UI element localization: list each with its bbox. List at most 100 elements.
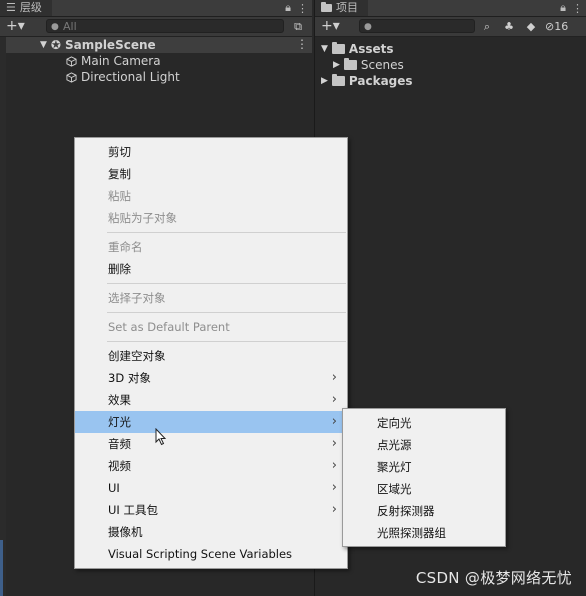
hierarchy-item-directional-light[interactable]: Directional Light xyxy=(66,69,180,85)
project-item-assets[interactable]: ▼ Assets xyxy=(321,41,394,57)
menu-item-label: 3D 对象 xyxy=(108,371,151,385)
selection-indicator xyxy=(0,540,3,596)
submenu-item-label: 聚光灯 xyxy=(377,460,412,474)
menu-item-video[interactable]: 视频 › xyxy=(75,455,347,477)
folder-icon xyxy=(343,58,357,70)
project-tab-label: 项目 xyxy=(336,1,358,14)
filter-by-type-icon[interactable]: ♣ xyxy=(501,19,517,34)
menu-item-label: Set as Default Parent xyxy=(108,320,230,334)
menu-separator xyxy=(107,232,346,233)
add-button[interactable]: +▾ xyxy=(6,18,25,35)
project-item-packages[interactable]: ▶ Packages xyxy=(321,73,413,89)
collapse-arrow-icon: ▶ xyxy=(321,76,328,86)
submenu-item-reflection-probe[interactable]: 反射探测器 xyxy=(343,500,505,522)
chevron-right-icon: › xyxy=(331,414,337,429)
folder-icon xyxy=(321,2,332,12)
folder-icon xyxy=(331,42,345,54)
menu-item-3d-object[interactable]: 3D 对象 › xyxy=(75,367,347,389)
hidden-packages-toggle[interactable]: ⊘16 xyxy=(545,19,575,34)
lock-icon[interactable]: 🔒︎ xyxy=(285,1,291,15)
menu-item-effects[interactable]: 效果 › xyxy=(75,389,347,411)
menu-item-ui-toolkit[interactable]: UI 工具包 › xyxy=(75,499,347,521)
menu-separator xyxy=(107,341,346,342)
eye-slash-icon: ⊘ xyxy=(545,20,555,33)
unity-scene-icon: ✪ xyxy=(50,38,61,52)
submenu-item-point-light[interactable]: 点光源 xyxy=(343,434,505,456)
menu-item-label: 音频 xyxy=(108,437,131,451)
menu-item-rename: 重命名 xyxy=(75,236,347,258)
create-button[interactable]: +▾ xyxy=(321,18,340,35)
list-icon: ☰ xyxy=(6,1,16,14)
menu-item-label: 效果 xyxy=(108,393,131,407)
filter-by-label-icon[interactable]: ◆ xyxy=(523,19,539,34)
hierarchy-item-main-camera[interactable]: Main Camera xyxy=(66,53,161,69)
hierarchy-item-label: Directional Light xyxy=(81,70,180,84)
search-icon: ● xyxy=(51,22,59,32)
hierarchy-toolbar: +▾ ● All ⧉ xyxy=(0,17,312,37)
project-item-scenes[interactable]: ▶ Scenes xyxy=(333,57,404,73)
submenu-item-area-light[interactable]: 区域光 xyxy=(343,478,505,500)
scene-visibility-icon[interactable]: ⧉ xyxy=(290,19,306,34)
kebab-menu-icon[interactable]: ⋮ xyxy=(572,2,583,15)
submenu-item-label: 区域光 xyxy=(377,482,412,496)
project-item-label: Assets xyxy=(348,42,394,56)
menu-item-label: 选择子对象 xyxy=(108,291,166,305)
scene-item[interactable]: ▼ ✪ SampleScene xyxy=(40,37,156,53)
chevron-right-icon: › xyxy=(331,436,337,451)
menu-item-paste-as-child: 粘贴为子对象 xyxy=(75,207,347,229)
menu-item-label: 创建空对象 xyxy=(108,349,166,363)
menu-item-visual-scripting-scene-variables[interactable]: Visual Scripting Scene Variables xyxy=(75,543,347,565)
menu-item-paste: 粘贴 xyxy=(75,185,347,207)
menu-item-camera[interactable]: 摄像机 xyxy=(75,521,347,543)
menu-item-label: 删除 xyxy=(108,262,131,276)
watermark: CSDN @极梦网络无忧 xyxy=(415,569,572,587)
hierarchy-search-input[interactable]: ● All xyxy=(46,19,284,33)
submenu-item-light-probe-group[interactable]: 光照探测器组 xyxy=(343,522,505,544)
menu-item-label: Visual Scripting Scene Variables xyxy=(108,547,293,561)
menu-item-light[interactable]: 灯光 › xyxy=(75,411,347,433)
menu-item-label: 粘贴为子对象 xyxy=(108,211,177,225)
submenu-item-label: 反射探测器 xyxy=(377,504,435,518)
menu-item-delete[interactable]: 删除 xyxy=(75,258,347,280)
submenu-item-label: 定向光 xyxy=(377,416,412,430)
menu-item-label: 视频 xyxy=(108,459,131,473)
scene-kebab-icon[interactable]: ⋮ xyxy=(296,37,308,51)
kebab-menu-icon[interactable]: ⋮ xyxy=(297,2,308,15)
submenu-item-directional-light[interactable]: 定向光 xyxy=(343,412,505,434)
submenu-item-spot-light[interactable]: 聚光灯 xyxy=(343,456,505,478)
menu-item-set-default-parent: Set as Default Parent xyxy=(75,316,347,338)
menu-item-create-empty[interactable]: 创建空对象 xyxy=(75,345,347,367)
menu-item-select-children: 选择子对象 xyxy=(75,287,347,309)
submenu-item-label: 点光源 xyxy=(377,438,412,452)
search-placeholder: All xyxy=(63,20,77,33)
menu-item-copy[interactable]: 复制 xyxy=(75,163,347,185)
tab-hierarchy[interactable]: ☰ 层级 xyxy=(0,0,52,16)
chevron-right-icon: › xyxy=(331,502,337,517)
project-item-label: Packages xyxy=(348,74,413,88)
menu-item-cut[interactable]: 剪切 xyxy=(75,141,347,163)
menu-separator xyxy=(107,312,346,313)
scene-name: SampleScene xyxy=(64,38,156,52)
gameobject-cube-icon xyxy=(66,71,77,83)
hierarchy-tab-label: 层级 xyxy=(19,1,42,14)
mouse-cursor-icon xyxy=(155,428,167,446)
chevron-right-icon: › xyxy=(331,392,337,407)
search-icon: ● xyxy=(364,22,372,32)
light-submenu: 定向光 点光源 聚光灯 区域光 反射探测器 光照探测器组 xyxy=(342,408,506,547)
expand-arrow-icon: ▼ xyxy=(321,44,328,54)
chevron-right-icon: › xyxy=(331,480,337,495)
menu-item-ui[interactable]: UI › xyxy=(75,477,347,499)
folder-icon xyxy=(331,74,345,86)
lock-icon[interactable]: 🔒︎ xyxy=(560,1,566,15)
submenu-item-label: 光照探测器组 xyxy=(377,526,446,540)
project-tabbar: 项目 🔒︎ ⋮ xyxy=(315,0,586,17)
menu-item-label: UI 工具包 xyxy=(108,503,158,517)
tab-project[interactable]: 项目 xyxy=(315,0,368,16)
search-by-type-icon[interactable]: ⌕ xyxy=(479,19,495,34)
menu-item-audio[interactable]: 音频 › xyxy=(75,433,347,455)
hidden-count: 16 xyxy=(554,20,569,33)
project-search-input[interactable]: ● xyxy=(359,19,475,33)
menu-separator xyxy=(107,283,346,284)
chevron-right-icon: › xyxy=(331,370,337,385)
collapse-arrow-icon: ▶ xyxy=(333,60,340,70)
